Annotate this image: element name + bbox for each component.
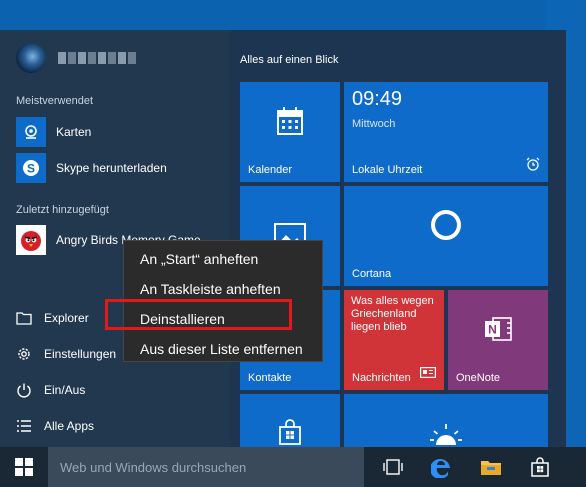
app-label: Skype herunterladen <box>56 161 167 175</box>
tile-store[interactable] <box>240 394 340 447</box>
onenote-icon: N <box>448 290 548 368</box>
tile-news[interactable]: Was alles wegen Griechenland liegen blie… <box>344 290 444 390</box>
tile-clock[interactable]: 09:49 Mittwoch Lokale Uhrzeit <box>344 82 548 182</box>
search-input[interactable] <box>60 459 360 475</box>
taskbar <box>0 447 586 487</box>
tile-label: Kontakte <box>248 372 292 384</box>
weather-sun-icon <box>344 394 548 447</box>
folder-icon <box>481 461 501 475</box>
nav-label: Ein/Aus <box>44 383 86 397</box>
user-name-blurred <box>58 52 136 64</box>
avatar <box>16 43 46 73</box>
gear-icon <box>16 346 32 362</box>
news-icon <box>420 365 437 383</box>
list-icon <box>16 418 32 434</box>
maps-icon <box>16 117 46 147</box>
start-left-column: Meistverwendet Karten S Skype herunterla… <box>0 30 230 447</box>
nav-all-apps[interactable]: Alle Apps <box>16 412 216 440</box>
user-account[interactable] <box>16 42 136 74</box>
tiles-area: Alles auf einen Blick Kalender 09:49 Mit… <box>230 30 566 447</box>
taskbar-search-box[interactable] <box>48 447 364 487</box>
start-button[interactable] <box>0 447 48 487</box>
recent-heading: Zuletzt hinzugefügt <box>16 204 109 216</box>
tile-label: Nachrichten <box>352 372 411 384</box>
store-bag-icon <box>240 394 340 447</box>
tile-cortana[interactable]: Cortana <box>344 186 548 286</box>
folder-icon <box>16 310 32 326</box>
windows-logo-icon <box>15 458 33 476</box>
nav-power[interactable]: Ein/Aus <box>16 376 216 404</box>
app-label: Karten <box>56 125 92 139</box>
nav-label: Alle Apps <box>44 419 95 433</box>
uninstall-highlight-box <box>105 299 292 330</box>
store-bag-icon <box>531 457 549 477</box>
nav-label: Explorer <box>44 311 89 325</box>
edge-icon <box>431 458 450 478</box>
clock-time: 09:49 <box>352 88 403 110</box>
alarm-clock-icon <box>526 157 540 176</box>
svg-text:S: S <box>27 162 35 176</box>
news-headline: Was alles wegen Griechenland liegen blie… <box>351 295 434 333</box>
tiles-group-header: Alles auf einen Blick <box>240 54 339 66</box>
task-view-icon <box>383 459 403 475</box>
skype-icon: S <box>16 153 46 183</box>
cortana-icon <box>344 186 548 264</box>
menu-item-remove-from-list[interactable]: Aus dieser Liste entfernen <box>124 334 322 364</box>
menu-item-pin-start[interactable]: An „Start“ anheften <box>124 244 322 274</box>
power-icon <box>16 382 32 398</box>
tile-label: OneNote <box>456 372 501 384</box>
clock-day: Mittwoch <box>352 118 396 130</box>
file-explorer-button[interactable] <box>467 447 515 487</box>
tile-label: Cortana <box>352 268 392 280</box>
task-view-button[interactable] <box>369 447 417 487</box>
svg-text:N: N <box>488 323 497 337</box>
start-menu: Meistverwendet Karten S Skype herunterla… <box>0 30 566 447</box>
store-button[interactable] <box>516 447 564 487</box>
desktop-background <box>0 0 586 30</box>
app-item-skype[interactable]: S Skype herunterladen <box>16 152 226 184</box>
angry-birds-icon <box>16 225 46 255</box>
tile-label: Kalender <box>248 164 293 176</box>
calendar-icon <box>240 82 340 160</box>
tile-label: Lokale Uhrzeit <box>352 164 423 176</box>
tile-weather[interactable] <box>344 394 548 447</box>
tile-onenote[interactable]: N OneNote <box>448 290 548 390</box>
tile-calendar[interactable]: Kalender <box>240 82 340 182</box>
nav-label: Einstellungen <box>44 347 117 361</box>
edge-button[interactable] <box>418 447 466 487</box>
app-item-karten[interactable]: Karten <box>16 116 226 148</box>
most-used-heading: Meistverwendet <box>16 95 94 107</box>
